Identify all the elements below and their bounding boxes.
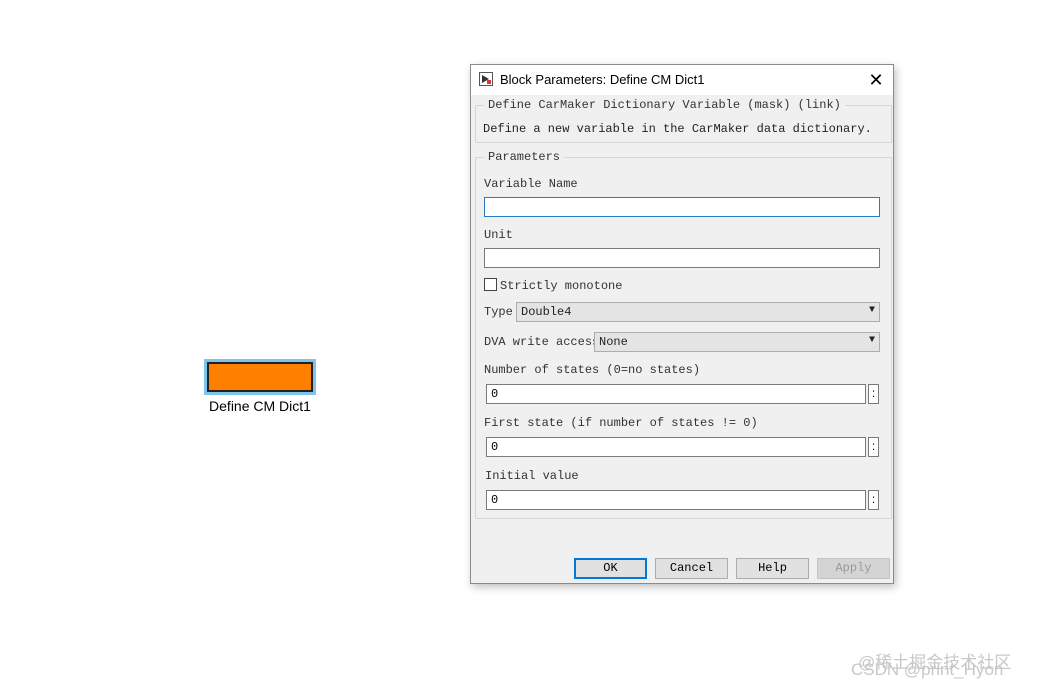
first-state-label: First state (if number of states != 0): [484, 416, 758, 430]
unit-label: Unit: [484, 228, 513, 242]
chevron-down-icon: ▼: [868, 305, 875, 316]
description-group-title: Define CarMaker Dictionary Variable (mas…: [484, 98, 845, 112]
simulink-app-icon: [479, 72, 493, 86]
unit-input[interactable]: [484, 248, 880, 268]
number-of-states-more-button[interactable]: :: [868, 384, 879, 404]
dva-write-access-value: None: [599, 335, 628, 349]
description-group: Define CarMaker Dictionary Variable (mas…: [475, 98, 892, 143]
help-button[interactable]: Help: [736, 558, 809, 579]
simulink-block-body[interactable]: [207, 362, 313, 392]
block-label: Define CM Dict1: [209, 398, 311, 414]
type-select-value: Double4: [521, 305, 572, 319]
strictly-monotone-label: Strictly monotone: [500, 279, 623, 293]
description-text: Define a new variable in the CarMaker da…: [483, 122, 872, 136]
number-of-states-input[interactable]: 0: [486, 384, 866, 404]
type-select[interactable]: Double4 ▼: [516, 302, 880, 322]
dva-write-access-select[interactable]: None ▼: [594, 332, 880, 352]
parameters-group-title: Parameters: [484, 150, 565, 164]
ok-button[interactable]: OK: [574, 558, 647, 579]
simulink-block-selected[interactable]: [204, 359, 316, 395]
chevron-down-icon: ▼: [868, 335, 875, 346]
type-label: Type: [484, 305, 513, 319]
initial-value-more-button[interactable]: :: [868, 490, 879, 510]
cancel-button[interactable]: Cancel: [655, 558, 728, 579]
dialog-titlebar[interactable]: Block Parameters: Define CM Dict1 ✕: [471, 65, 893, 95]
initial-value-label: Initial value: [485, 469, 579, 483]
parameters-group: Parameters Variable Name Unit Strictly m…: [475, 150, 892, 519]
block-parameters-dialog: Block Parameters: Define CM Dict1 ✕ Defi…: [470, 64, 894, 584]
variable-name-input[interactable]: [484, 197, 880, 217]
apply-button[interactable]: Apply: [817, 558, 890, 579]
dialog-title: Block Parameters: Define CM Dict1: [500, 72, 705, 87]
close-icon[interactable]: ✕: [865, 69, 887, 91]
first-state-input[interactable]: 0: [486, 437, 866, 457]
variable-name-label: Variable Name: [484, 177, 578, 191]
first-state-more-button[interactable]: :: [868, 437, 879, 457]
number-of-states-label: Number of states (0=no states): [484, 363, 701, 377]
dva-write-access-label: DVA write access: [484, 335, 600, 349]
strictly-monotone-checkbox[interactable]: [484, 278, 497, 291]
initial-value-input[interactable]: 0: [486, 490, 866, 510]
watermark-csdn: CSDN @print_Hyon: [851, 660, 1004, 679]
